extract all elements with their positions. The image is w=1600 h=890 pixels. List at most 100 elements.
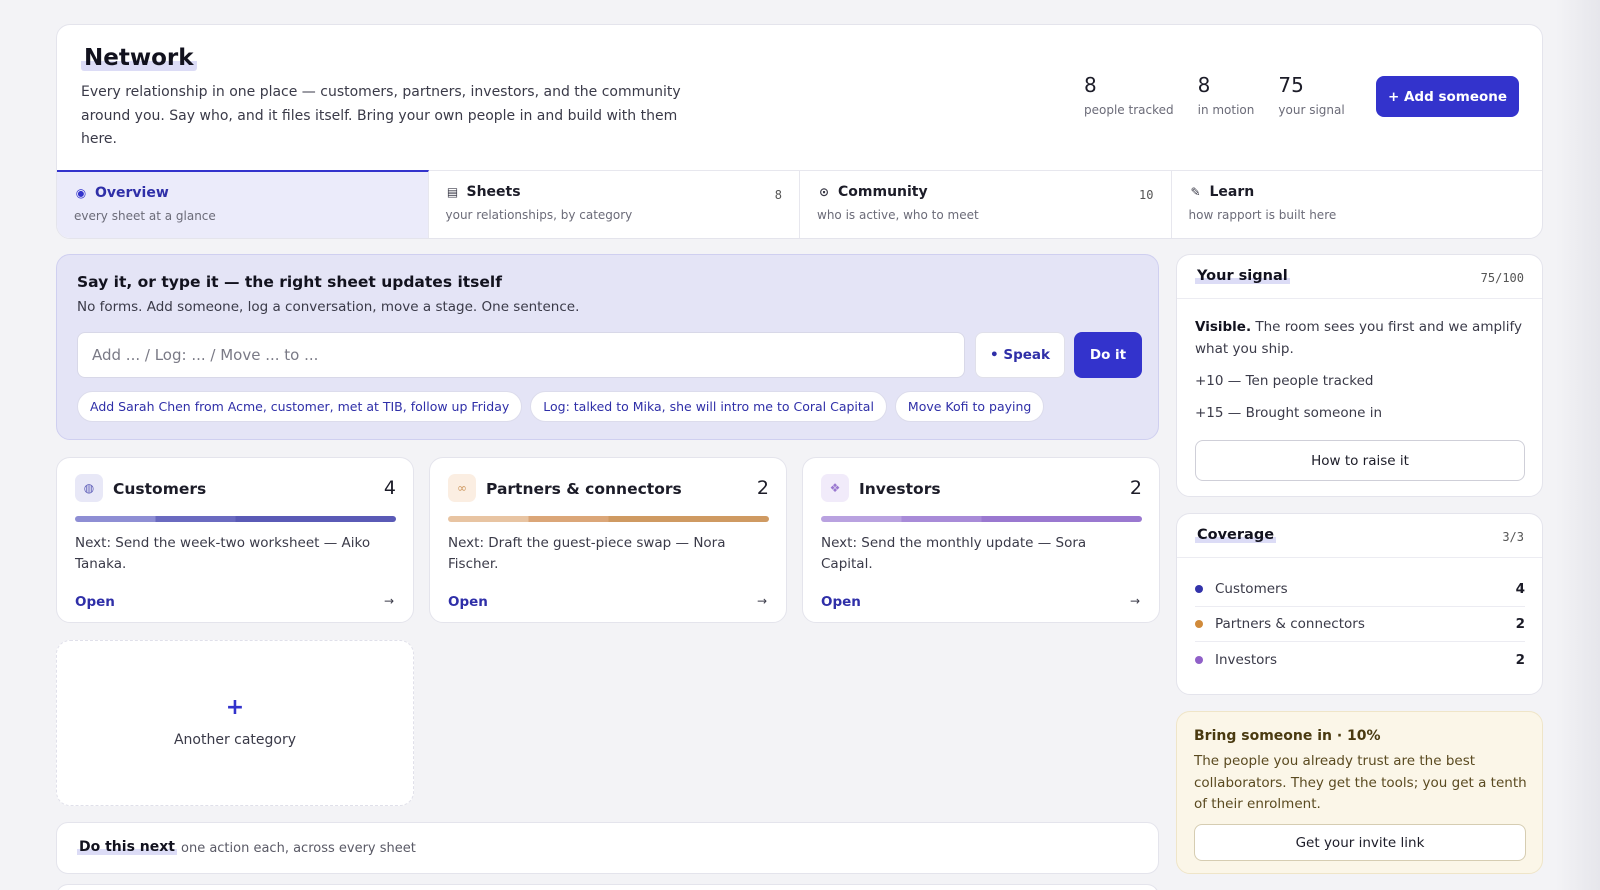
tab-learn[interactable]: ✎ Learn how rapport is built here <box>1172 171 1543 238</box>
coverage-row[interactable]: Investors 2 <box>1195 642 1525 677</box>
stat-value: 75 <box>1278 73 1304 97</box>
tab-community[interactable]: ⊙ Community who is active, who to meet 1… <box>800 171 1172 238</box>
add-category-card[interactable]: + Another category <box>56 640 414 806</box>
coverage-meta: 3/3 <box>1502 530 1524 544</box>
command-title: Say it, or type it — the right sheet upd… <box>77 273 502 291</box>
stat-value: 8 <box>1084 73 1097 97</box>
category-name: Partners & connectors <box>486 480 682 498</box>
stat-people-tracked: 8 people tracked <box>1084 73 1174 117</box>
next-panel-edge <box>56 884 1159 890</box>
investors-icon: ❖ <box>821 474 849 502</box>
coverage-count: 2 <box>1515 651 1525 668</box>
dot-icon <box>1195 655 1203 664</box>
how-to-raise-button[interactable]: How to raise it <box>1195 440 1525 481</box>
do-this-next-section: Do this next one action each, across eve… <box>56 822 1159 874</box>
page-title: Network <box>81 45 197 71</box>
add-category-label: Another category <box>173 732 297 748</box>
category-next-action: Next: Send the monthly update — Sora Cap… <box>821 535 1087 572</box>
signal-item: +15 — Brought someone in <box>1195 405 1383 421</box>
tab-count: 8 <box>774 188 782 202</box>
tab-subtitle: who is active, who to meet <box>817 208 979 222</box>
tab-subtitle: your relationships, by category <box>445 208 633 222</box>
signal-description: Visible. The room sees you first and we … <box>1195 317 1529 360</box>
pencil-icon: ✎ <box>1190 185 1201 199</box>
invite-text: The people you already trust are the bes… <box>1194 753 1527 812</box>
tab-overview[interactable]: ◉ Overview every sheet at a glance <box>57 170 429 238</box>
bar-segment <box>75 516 396 522</box>
open-link[interactable]: Open <box>75 594 115 610</box>
invite-card: Bring someone in · 10% The people you al… <box>1176 711 1543 874</box>
coverage-row[interactable]: Customers 4 <box>1195 572 1525 607</box>
tab-subtitle: every sheet at a glance <box>74 209 216 223</box>
dot-icon <box>1195 585 1203 593</box>
category-card-partners[interactable]: ∞ Partners & connectors 2 Next: Draft th… <box>429 457 787 623</box>
stat-label: your signal <box>1278 103 1345 117</box>
category-name: Customers <box>113 480 207 498</box>
suggestion-chips: Add Sarah Chen from Acme, customer, met … <box>77 391 1045 422</box>
header-card: Network Every relationship in one place … <box>56 24 1543 239</box>
signal-title: Your signal <box>1195 268 1290 284</box>
do-it-button[interactable]: Do it <box>1074 332 1142 378</box>
suggestion-chip[interactable]: Move Kofi to paying <box>894 391 1045 422</box>
tab-count: 10 <box>1139 188 1154 202</box>
bar-segment <box>821 516 1142 522</box>
stat-your-signal: 75 your signal <box>1278 73 1344 117</box>
category-card-customers[interactable]: ◍ Customers 4 Next: Send the week-two wo… <box>56 457 414 623</box>
category-card-investors[interactable]: ❖ Investors 2 Next: Send the monthly upd… <box>802 457 1160 623</box>
stat-in-motion: 8 in motion <box>1198 73 1255 117</box>
category-count: 2 <box>756 477 769 499</box>
stats-group: 8 people tracked 8 in motion 75 your sig… <box>1084 73 1345 117</box>
dot-icon <box>1195 620 1203 628</box>
scrollbar-track[interactable] <box>1556 0 1600 890</box>
command-subtitle: No forms. Add someone, log a conversatio… <box>77 299 580 315</box>
command-card: Say it, or type it — the right sheet upd… <box>56 254 1159 440</box>
speak-button[interactable]: • Speak <box>975 332 1065 378</box>
arrow-right-icon[interactable]: → <box>384 594 394 608</box>
signal-score: 75/100 <box>1480 271 1524 285</box>
coverage-title: Coverage <box>1195 527 1277 543</box>
coverage-count: 2 <box>1515 616 1525 632</box>
category-count: 2 <box>1129 477 1142 499</box>
command-input[interactable] <box>77 332 965 378</box>
signal-level: Visible. <box>1195 319 1252 335</box>
signal-item: +10 — Ten people tracked <box>1195 373 1374 389</box>
stat-label: in motion <box>1197 103 1255 117</box>
arrow-right-icon[interactable]: → <box>1130 594 1140 608</box>
invite-link-button[interactable]: Get your invite link <box>1194 824 1526 861</box>
stat-label: people tracked <box>1084 103 1174 117</box>
tab-label: Sheets <box>466 184 521 200</box>
link-icon: ∞ <box>448 474 476 502</box>
arrow-right-icon[interactable]: → <box>757 594 767 608</box>
coverage-name: Investors <box>1215 651 1278 668</box>
suggestion-chip[interactable]: Add Sarah Chen from Acme, customer, met … <box>77 391 523 422</box>
page-description: Every relationship in one place — custom… <box>81 84 681 147</box>
coverage-row[interactable]: Partners & connectors 2 <box>1195 607 1525 642</box>
tab-label: Overview <box>95 185 169 201</box>
category-bar <box>821 516 1142 522</box>
coverage-name: Customers <box>1215 581 1288 597</box>
signal-card: Your signal 75/100 Visible. The room see… <box>1176 254 1543 497</box>
open-link[interactable]: Open <box>821 594 861 610</box>
coverage-count: 4 <box>1515 581 1525 597</box>
coverage-card: Coverage 3/3 Customers 4 Partners & conn… <box>1176 513 1543 695</box>
category-count: 4 <box>383 477 396 499</box>
plus-icon: + <box>225 695 245 720</box>
tab-sheets[interactable]: ▤ Sheets your relationships, by category… <box>429 171 800 238</box>
stat-value: 8 <box>1197 73 1211 97</box>
suggestion-chip[interactable]: Log: talked to Mika, she will intro me t… <box>530 391 887 422</box>
tab-label: Community <box>838 184 928 200</box>
category-bar <box>75 516 396 522</box>
overview-icon: ◉ <box>75 186 87 200</box>
section-subtitle: one action each, across every sheet <box>181 841 416 856</box>
category-name: Investors <box>859 480 941 498</box>
bar-segment <box>448 516 769 522</box>
sheets-icon: ▤ <box>446 185 459 199</box>
open-link[interactable]: Open <box>448 594 488 610</box>
section-title: Do this next <box>77 839 177 855</box>
invite-title: Bring someone in · 10% <box>1194 728 1381 744</box>
category-bar <box>448 516 769 522</box>
community-icon: ⊙ <box>818 185 830 199</box>
category-next-action: Next: Draft the guest-piece swap — Nora … <box>448 535 726 572</box>
add-someone-button[interactable]: + Add someone <box>1376 76 1519 117</box>
tab-label: Learn <box>1209 184 1255 200</box>
